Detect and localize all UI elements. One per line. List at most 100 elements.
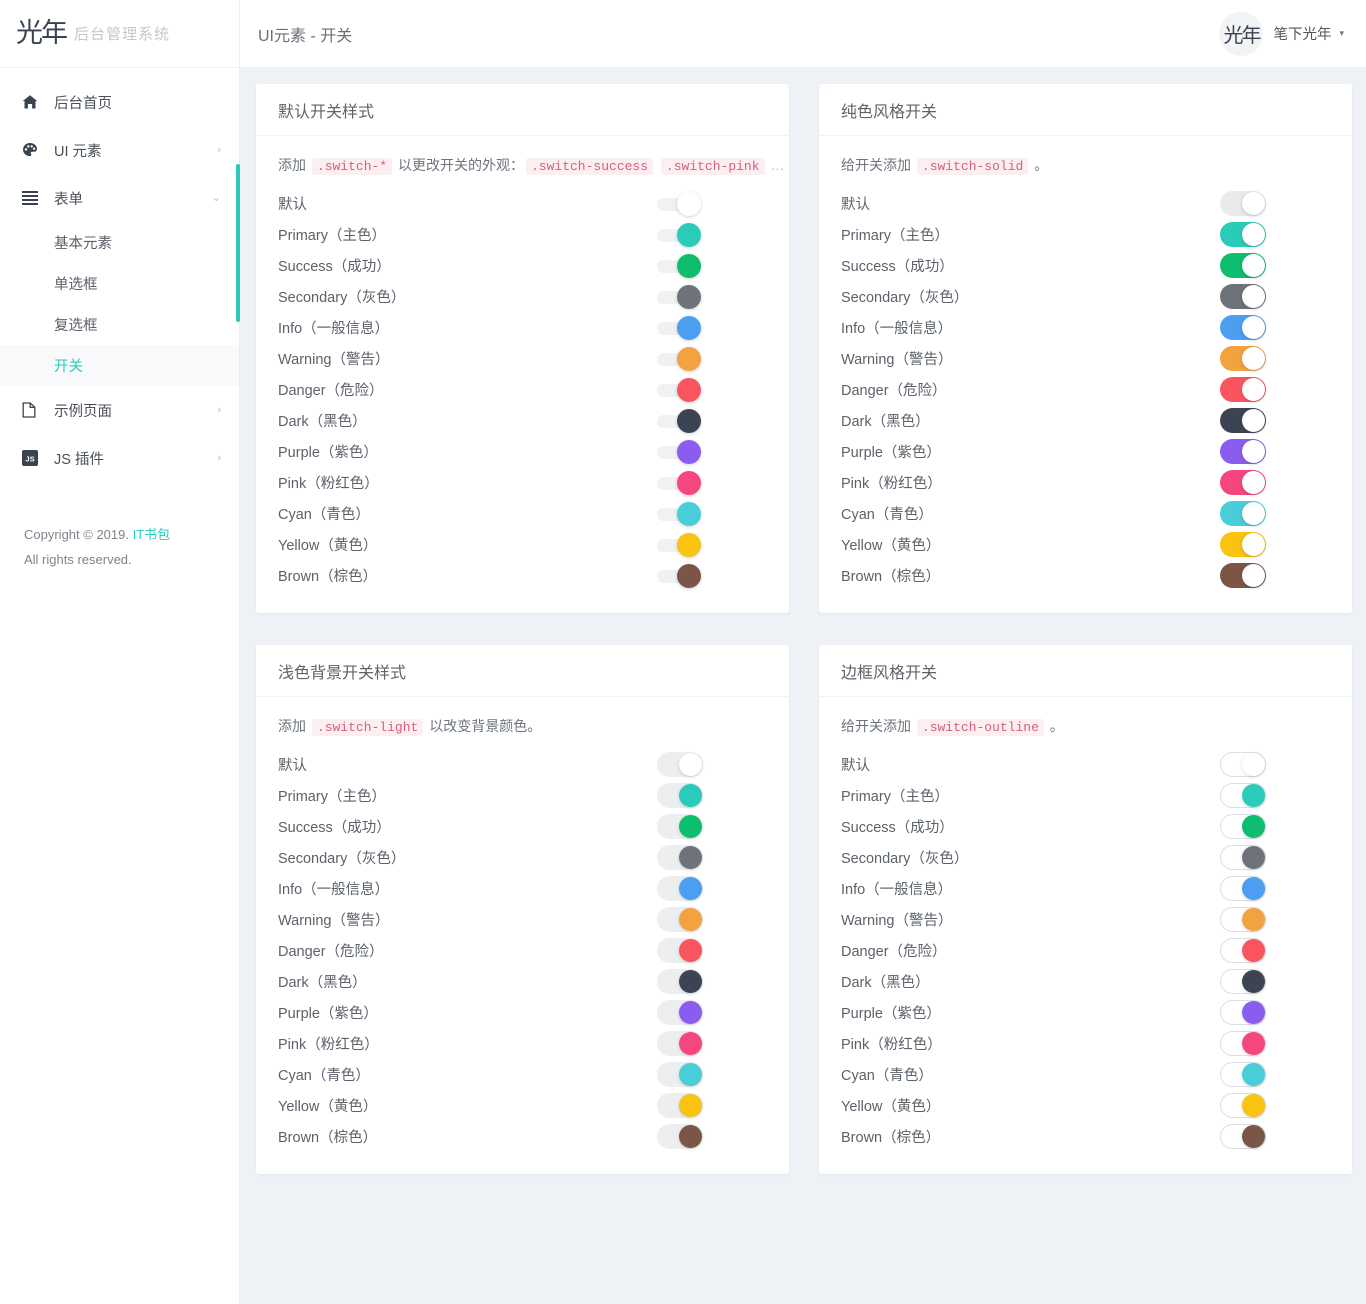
sidebar-subitem-label: 复选框 [54,314,98,335]
switch-solid-purple[interactable] [1220,439,1266,464]
switch-default-secondary[interactable] [657,285,701,309]
hint-text: 给开关添加 [841,157,915,173]
switch-solid-secondary[interactable] [1220,284,1266,309]
switch-outline-pink[interactable] [1220,1031,1266,1056]
sidebar-subitem-checkbox[interactable]: 复选框 [0,304,239,345]
switch-outline-warning[interactable] [1220,907,1266,932]
switch-outline-default[interactable] [1220,752,1266,777]
switch-knob [1242,908,1265,931]
switch-row-label: Info（一般信息） [841,317,1220,338]
switch-row: Brown（棕色） [278,1121,767,1152]
switch-light-primary[interactable] [657,783,703,808]
switch-light-pink[interactable] [657,1031,703,1056]
switch-light-brown[interactable] [657,1124,703,1149]
switch-light-yellow[interactable] [657,1093,703,1118]
switch-default-brown[interactable] [657,564,701,588]
sidebar-item-forms[interactable]: 表单 ⌄ [0,174,239,222]
sidebar-subitem-radio[interactable]: 单选框 [0,263,239,304]
sidebar-item-home[interactable]: 后台首页 [0,78,239,126]
switch-solid-success[interactable] [1220,253,1266,278]
switch-default-info[interactable] [657,316,701,340]
switch-row-label: Pink（粉红色） [278,1033,657,1054]
switch-outline-purple[interactable] [1220,1000,1266,1025]
switch-solid-danger[interactable] [1220,377,1266,402]
hint-code-token: .switch-outline [917,719,1044,736]
switch-default-default[interactable] [657,192,701,216]
switch-solid-primary[interactable] [1220,222,1266,247]
switch-row-control [1220,222,1330,247]
switch-default-success[interactable] [657,254,701,278]
switch-knob [679,877,702,900]
switch-row-label: Brown（棕色） [841,1126,1220,1147]
switch-solid-dark[interactable] [1220,408,1266,433]
sidebar-item-example-pages[interactable]: 示例页面 › [0,386,239,434]
file-icon [22,402,46,418]
switch-knob [679,1063,702,1086]
switch-outline-info[interactable] [1220,876,1266,901]
switch-row: Dark（黑色） [841,405,1330,436]
switch-row: Yellow（黄色） [278,1090,767,1121]
switch-solid-cyan[interactable] [1220,501,1266,526]
switch-default-dark[interactable] [657,409,701,433]
switch-light-warning[interactable] [657,907,703,932]
switch-light-cyan[interactable] [657,1062,703,1087]
switch-outline-secondary[interactable] [1220,845,1266,870]
sidebar-item-js-plugins-label: JS 插件 [54,448,217,469]
switch-row-control [657,316,767,340]
switch-row-label: Pink（粉红色） [841,472,1220,493]
switch-row: Success（成功） [841,811,1330,842]
sidebar-subitem-switch[interactable]: 开关 [0,345,239,386]
switch-solid-info[interactable] [1220,315,1266,340]
content-area: 默认开关样式添加 .switch-* 以更改开关的外观：.switch-succ… [240,68,1366,1304]
switch-knob [1242,1032,1265,1055]
switch-solid-yellow[interactable] [1220,532,1266,557]
switch-knob [679,815,702,838]
switch-solid-pink[interactable] [1220,470,1266,495]
switch-default-yellow[interactable] [657,533,701,557]
switch-outline-danger[interactable] [1220,938,1266,963]
switch-knob [1242,815,1265,838]
switch-knob [677,347,701,371]
switch-outline-yellow[interactable] [1220,1093,1266,1118]
switch-default-danger[interactable] [657,378,701,402]
sidebar-subitem-basic-elements[interactable]: 基本元素 [0,222,239,263]
switch-light-dark[interactable] [657,969,703,994]
switch-row-label: Success（成功） [278,255,657,276]
sidebar-scroll-indicator[interactable] [236,164,240,322]
page-title: UI元素 - 开关 [258,22,352,46]
switch-default-warning[interactable] [657,347,701,371]
user-menu[interactable]: 光年 笔下光年 ▾ [1219,12,1344,56]
chevron-right-icon: › [217,405,221,416]
switch-light-purple[interactable] [657,1000,703,1025]
svg-text:JS: JS [25,454,34,463]
sidebar-item-ui[interactable]: UI 元素 › [0,126,239,174]
switch-light-secondary[interactable] [657,845,703,870]
switch-outline-primary[interactable] [1220,783,1266,808]
switch-default-pink[interactable] [657,471,701,495]
switch-outline-brown[interactable] [1220,1124,1266,1149]
switch-light-danger[interactable] [657,938,703,963]
brand[interactable]: 光年 后台管理系统 [0,0,239,68]
copyright-link[interactable]: IT书包 [133,527,171,542]
switch-row-control [657,409,767,433]
switch-light-success[interactable] [657,814,703,839]
switch-outline-dark[interactable] [1220,969,1266,994]
switch-row-control [657,969,767,994]
switch-outline-cyan[interactable] [1220,1062,1266,1087]
switch-solid-default[interactable] [1220,191,1266,216]
switch-solid-warning[interactable] [1220,346,1266,371]
switch-row-control [1220,1031,1330,1056]
switch-default-purple[interactable] [657,440,701,464]
switch-light-default[interactable] [657,752,703,777]
switch-knob [1242,192,1265,215]
switch-outline-success[interactable] [1220,814,1266,839]
switch-default-primary[interactable] [657,223,701,247]
switch-row-control [1220,1000,1330,1025]
sidebar-item-js-plugins[interactable]: JS JS 插件 › [0,434,239,482]
switch-light-info[interactable] [657,876,703,901]
card-solid: 纯色风格开关给开关添加 .switch-solid 。默认Primary（主色）… [819,84,1352,613]
switch-row-label: Cyan（青色） [278,1064,657,1085]
switch-solid-brown[interactable] [1220,563,1266,588]
switch-row: Primary（主色） [841,219,1330,250]
switch-default-cyan[interactable] [657,502,701,526]
